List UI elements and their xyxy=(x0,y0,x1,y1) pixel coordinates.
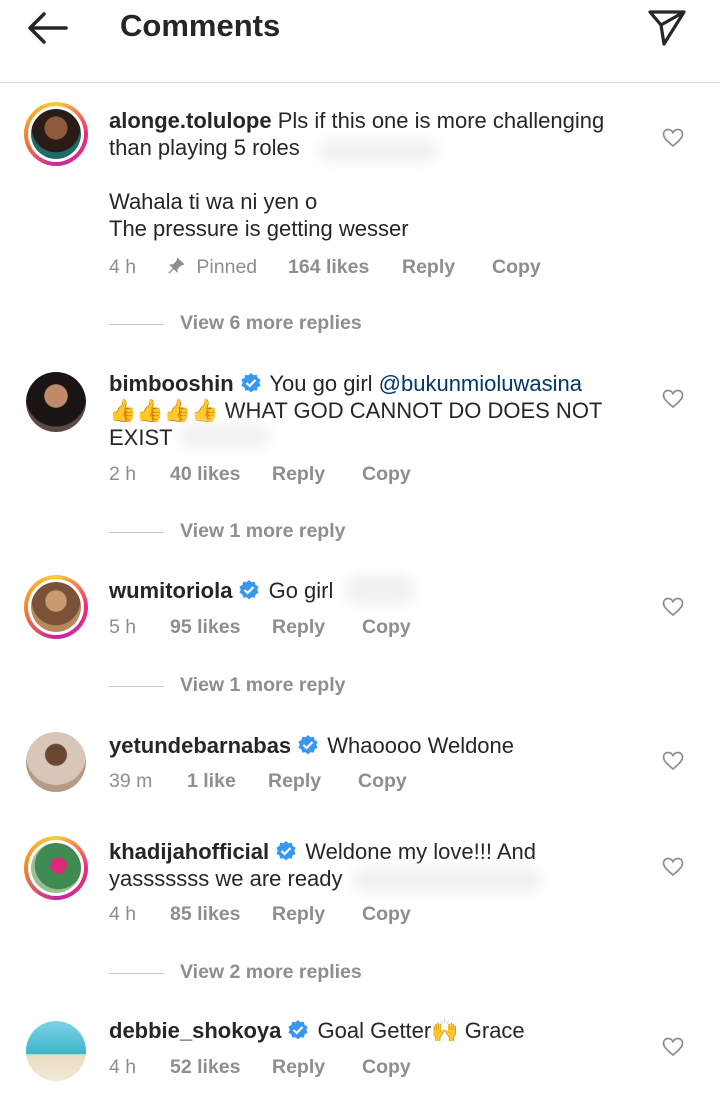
comment-text: debbie_shokoya Goal Getter🙌 Grace xyxy=(109,1017,649,1044)
comment-text: yetundebarnabas Whaoooo Weldone xyxy=(109,732,649,759)
avatar[interactable] xyxy=(24,102,88,166)
copy-button[interactable]: Copy xyxy=(362,903,411,926)
avatar[interactable] xyxy=(24,370,88,434)
comment-body-line: yasssssss we are ready xyxy=(109,866,343,891)
pushpin-icon xyxy=(168,257,185,274)
paper-plane-icon[interactable] xyxy=(646,6,688,48)
comment-body-line: The pressure is getting wesser xyxy=(109,216,409,241)
heart-outline-icon[interactable] xyxy=(662,389,684,409)
comment-username[interactable]: debbie_shokoya xyxy=(109,1018,281,1043)
header-bar: Comments xyxy=(0,0,720,83)
comment-username[interactable]: wumitoriola xyxy=(109,578,232,603)
comment-body: Weldone my love!!! And xyxy=(305,839,537,864)
reply-button[interactable]: Reply xyxy=(268,770,321,793)
comment-time: 5 h xyxy=(109,616,137,638)
copy-button[interactable]: Copy xyxy=(362,1056,411,1079)
comment-body-line: than playing 5 roles xyxy=(109,135,300,160)
comment-time: 39 m xyxy=(109,770,153,792)
comment-body-line: WHAT GOD CANNOT DO DOES NOT xyxy=(218,398,603,423)
avatar[interactable] xyxy=(24,1019,88,1083)
likes-count[interactable]: 40 likes xyxy=(170,463,240,486)
comment-body: Pls if this one is more challenging xyxy=(277,108,605,133)
mention-link[interactable]: @bukunmioluwasina xyxy=(379,371,582,396)
verified-badge-icon xyxy=(288,1020,308,1040)
comment-body: Go girl xyxy=(268,578,334,603)
avatar[interactable] xyxy=(24,730,88,794)
copy-button[interactable]: Copy xyxy=(362,616,411,639)
avatar[interactable] xyxy=(24,836,88,900)
comment-body: Goal Getter xyxy=(317,1018,432,1043)
comment-time: 2 h xyxy=(109,463,137,485)
comment-time: 4 h xyxy=(109,256,137,278)
comment-username[interactable]: alonge.tolulope xyxy=(109,108,272,133)
likes-count[interactable]: 1 like xyxy=(187,770,236,793)
verified-badge-icon xyxy=(276,841,296,861)
copy-button[interactable]: Copy xyxy=(362,463,411,486)
emoji: 🙌 xyxy=(431,1018,459,1043)
arrow-left-icon[interactable] xyxy=(24,10,70,46)
verified-badge-icon xyxy=(239,580,260,600)
reply-button[interactable]: Reply xyxy=(272,1056,325,1079)
likes-count[interactable]: 164 likes xyxy=(288,256,369,279)
heart-outline-icon[interactable] xyxy=(662,1037,684,1057)
comment-body: Whaoooo Weldone xyxy=(327,733,515,758)
heart-outline-icon[interactable] xyxy=(662,751,684,771)
comment-text: alonge.tolulope Pls if this one is more … xyxy=(109,107,649,242)
comment-username[interactable]: khadijahofficial xyxy=(109,839,269,864)
reply-button[interactable]: Reply xyxy=(272,903,325,926)
comment-body-line: EXIST xyxy=(109,425,173,450)
page-title: Comments xyxy=(120,8,281,43)
reply-button[interactable]: Reply xyxy=(272,463,325,486)
comment-username[interactable]: yetundebarnabas xyxy=(109,733,291,758)
heart-outline-icon[interactable] xyxy=(662,597,684,617)
comment-time: 4 h xyxy=(109,903,137,925)
likes-count[interactable]: 52 likes xyxy=(170,1056,240,1079)
emoji: 👍👍👍👍 xyxy=(109,398,219,423)
likes-count[interactable]: 85 likes xyxy=(170,903,240,926)
comment-time: 4 h xyxy=(109,1056,137,1078)
comment-body: You go girl xyxy=(269,371,379,396)
copy-button[interactable]: Copy xyxy=(358,770,407,793)
verified-badge-icon xyxy=(241,373,261,393)
avatar[interactable] xyxy=(24,575,88,639)
heart-outline-icon[interactable] xyxy=(662,857,684,877)
heart-outline-icon[interactable] xyxy=(662,128,684,148)
copy-button[interactable]: Copy xyxy=(492,256,541,279)
pinned-label: Pinned xyxy=(167,256,257,279)
comment-body-line: Wahala ti wa ni yen o xyxy=(109,189,318,214)
verified-badge-icon xyxy=(298,735,318,755)
likes-count[interactable]: 95 likes xyxy=(170,616,240,639)
reply-button[interactable]: Reply xyxy=(272,616,325,639)
comment-body-line: Grace xyxy=(458,1018,525,1043)
reply-button[interactable]: Reply xyxy=(402,256,455,279)
comment-username[interactable]: bimbooshin xyxy=(109,371,234,396)
